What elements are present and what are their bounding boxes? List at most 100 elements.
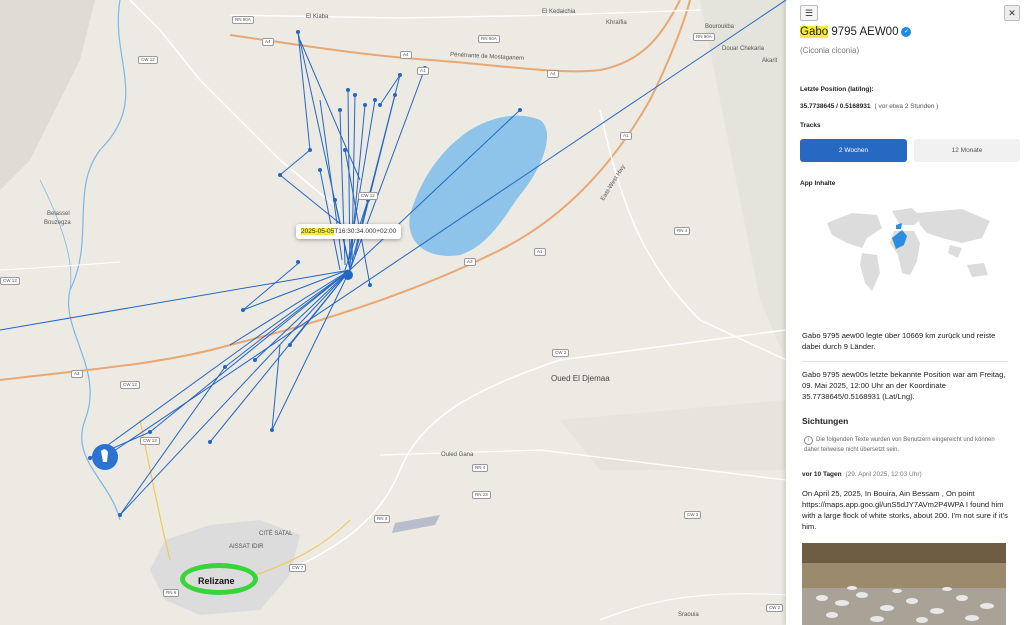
track-point[interactable] [368,283,372,287]
road-shield: RN 23 [472,491,491,499]
track-point[interactable] [148,430,152,434]
track-point[interactable] [343,148,347,152]
track-point[interactable] [308,148,312,152]
track-point[interactable] [346,88,350,92]
track-line [242,261,301,311]
track-point[interactable] [398,73,402,77]
place-relizane: Relizane [198,576,235,586]
bird-detail-panel: ☰ ✕ Gabo 9795 AEW00 ✓ (Ciconia ciconia) L… [786,0,1024,625]
track-point[interactable] [338,108,342,112]
track-12-months-button[interactable]: 12 Monate [914,139,1020,162]
track-line [271,344,281,431]
track-point[interactable] [518,108,522,112]
road-shield: CW 3 [684,511,702,519]
track-point[interactable] [270,428,274,432]
track-2-weeks-button[interactable]: 2 Wochen [800,139,907,162]
last-position-coords: 35.7738645 / 0.5168931( vor etwa 2 Stund… [800,103,938,110]
track-point[interactable] [223,365,227,369]
track-line [119,269,351,516]
road-shield: RN 4 [472,464,489,472]
sightings-notice: i Die folgenden Texte wurden von Benutzer… [804,436,1009,455]
track-line [347,89,351,271]
road-shield: RN 4 [374,515,391,523]
road-shield: RN 90A [232,16,254,24]
notice-text: Die folgenden Texte wurden von Benutzern… [804,437,995,453]
road-shield: RN 90A [693,33,715,41]
track-point[interactable] [241,308,245,312]
road-shield: CW 13 [140,437,160,445]
road-shield: CW 2 [766,604,784,612]
road-shield: A3 [71,370,83,378]
tracks-label: Tracks [800,122,821,129]
track-point[interactable] [253,358,257,362]
track-point[interactable] [118,513,122,517]
summary-text: Gabo 9795 aew00 legte über 10669 km zurü… [802,331,996,351]
place-oued-el-djemaa: Oued El Djemaa [551,374,610,383]
place-bouzegza: Bouzegza [44,220,71,226]
app-inhalte-label: App Inhalte [800,180,836,187]
road-shield: CW 13 [0,277,20,285]
track-point[interactable] [296,260,300,264]
road-shield: A1 [417,67,429,75]
road-shield: A4 [400,51,412,59]
info-icon: i [804,436,813,445]
place-cite-satal: CITÉ SATAL [259,531,293,537]
road-shield: A3 [464,258,476,266]
track-line [379,74,401,106]
verified-badge-icon: ✓ [901,26,912,37]
place-bouroukba: Bouroukba [705,24,735,30]
sighting-full-date: (29. April 2025, 12:03 Uhr) [845,471,922,478]
road-shield: CW 12 [138,56,158,64]
track-line [0,269,351,331]
close-icon[interactable]: ✕ [1004,5,1020,21]
road-shield: RN 4 [674,227,691,235]
track-point[interactable] [378,103,382,107]
road-shield: A4 [262,38,274,46]
track-cluster[interactable] [343,270,353,280]
track-point[interactable] [288,343,292,347]
scientific-name: (Ciconia ciconia) [800,46,860,55]
bird-id: 9795 AEW00 [828,26,899,38]
track-line [149,269,351,433]
track-point[interactable] [318,168,322,172]
place-belassel: Belassel [47,211,70,217]
place-aissat-idir: AISSAT IDIR [229,544,264,550]
place-sraouia: Sraouia [678,612,699,618]
sighting-text: On April 25, 2025, In Bouira, Ain Bessam… [802,489,1008,531]
road-shield: RN 6 [163,589,180,597]
divider [802,361,1008,362]
road-shield: CW 13 [120,381,140,389]
track-point[interactable] [373,98,377,102]
place-akarit: Akarit [762,58,778,64]
sightings-heading: Sichtungen [802,416,849,426]
road-shield: CW 2 [552,349,570,357]
bird-name-highlight: Gabo [800,26,829,38]
track-line [299,39,361,181]
road-shield: CW 12 [358,192,378,200]
place-douar-chekaria: Douar Chekaria [722,46,765,52]
map-view[interactable]: El Kiaba El Kedaichia Khraïfia Bouroukba… [0,0,786,625]
sighting-date: vor 10 Tagen (29. April 2025, 12:03 Uhr) [802,471,922,478]
track-line [224,269,351,368]
track-point[interactable] [353,93,357,97]
sighting-photo[interactable] [802,543,1006,625]
list-icon[interactable]: ☰ [800,5,818,21]
track-point[interactable] [278,173,282,177]
last-position-label: Letzte Position (lat/lng): [800,86,874,93]
track-point[interactable] [333,198,337,202]
track-line [279,174,349,231]
track-point[interactable] [363,103,367,107]
coords-ago: ( vor etwa 2 Stunden ) [874,103,939,110]
track-line [279,149,311,176]
map-canvas[interactable] [0,0,786,625]
road-shield: A1 [620,132,632,140]
road-shield: CW 7 [289,564,307,572]
world-map-thumbnail [827,208,990,291]
track-point[interactable] [208,440,212,444]
track-point[interactable] [296,30,300,34]
road-shield: RN 90A [478,35,500,43]
coords-value: 35.7738645 / 0.5168931 [800,103,871,110]
road-shield: A4 [547,70,559,78]
track-point[interactable] [393,93,397,97]
track-point[interactable] [88,456,92,460]
